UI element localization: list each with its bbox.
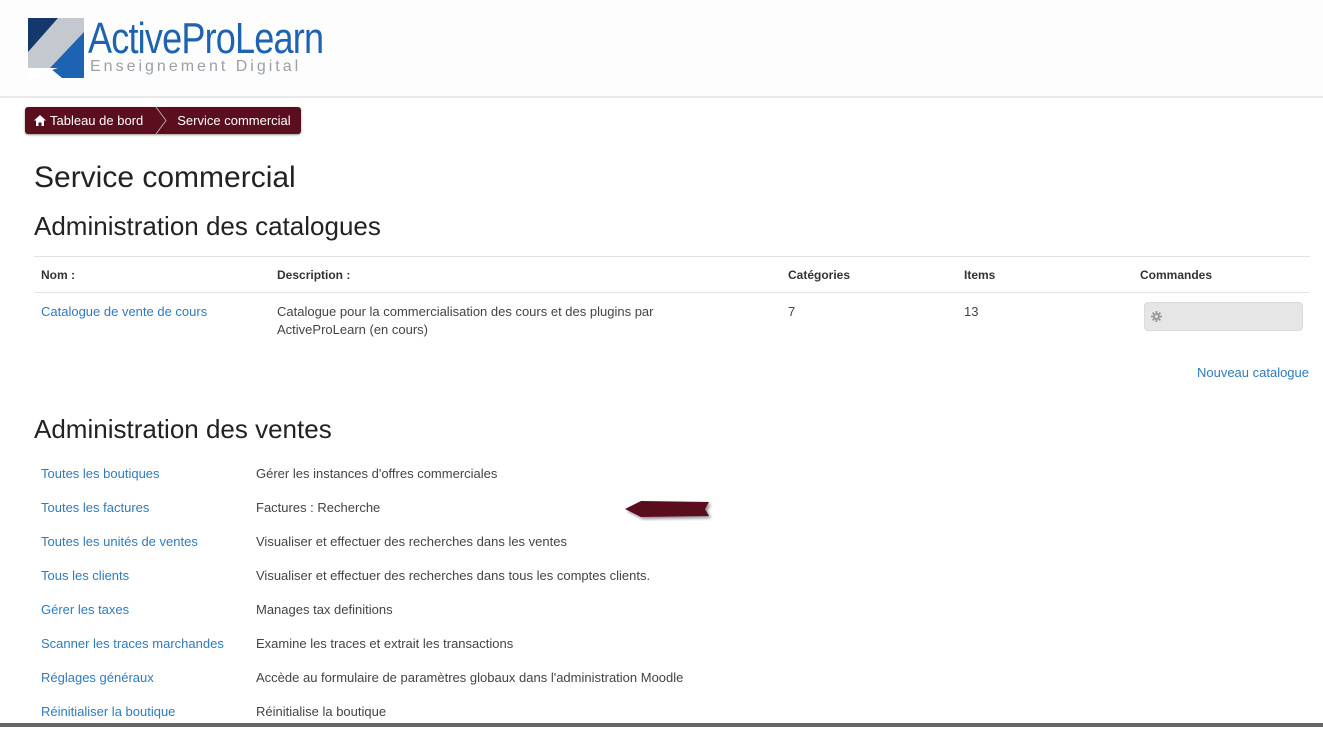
breadcrumb-separator-icon <box>155 107 167 134</box>
list-item: Toutes les unités de ventes Visualiser e… <box>41 534 1241 568</box>
list-item-description: Visualiser et effectuer des recherches d… <box>256 534 567 549</box>
gear-icon <box>1151 311 1162 322</box>
catalogues-table: Nom : Description : Catégories Items Com… <box>34 256 1310 353</box>
list-item-description: Accède au formulaire de paramètres globa… <box>256 670 684 685</box>
breadcrumb-item-dashboard[interactable]: Tableau de bord <box>25 107 157 134</box>
list-item-description: Visualiser et effectuer des recherches d… <box>256 568 651 583</box>
list-item: Réglages généraux Accède au formulaire d… <box>41 670 1241 704</box>
list-item-description: Examine les traces et extrait les transa… <box>256 636 514 651</box>
table-header-row: Nom : Description : Catégories Items Com… <box>34 256 1310 293</box>
factures-link[interactable]: Toutes les factures <box>41 500 149 515</box>
reinitialiser-boutique-link[interactable]: Réinitialiser la boutique <box>41 704 175 719</box>
column-header-nom: Nom : <box>41 268 75 282</box>
catalogue-name-link[interactable]: Catalogue de vente de cours <box>41 303 207 321</box>
catalogue-settings-button[interactable] <box>1144 302 1303 331</box>
list-item-description: Gérer les instances d'offres commerciale… <box>256 466 498 481</box>
list-item: Gérer les taxes Manages tax definitions <box>41 602 1241 636</box>
column-header-items: Items <box>964 268 996 282</box>
list-item-description: Manages tax definitions <box>256 602 393 617</box>
clients-link[interactable]: Tous les clients <box>41 568 129 583</box>
list-item: Toutes les boutiques Gérer les instances… <box>41 466 1241 500</box>
list-item: Tous les clients Visualiser et effectuer… <box>41 568 1241 602</box>
list-item: Réinitialiser la boutique Réinitialise l… <box>41 704 1241 738</box>
table-row: Catalogue de vente de cours Catalogue po… <box>34 293 1310 353</box>
catalogues-section-title: Administration des catalogues <box>34 211 381 241</box>
site-header: ActiveProLearn Enseignement Digital <box>0 0 1323 98</box>
page-title: Service commercial <box>34 161 296 194</box>
arrow-pointer-icon <box>625 501 709 517</box>
breadcrumb-item-service-commercial[interactable]: Service commercial <box>167 107 300 134</box>
catalogue-categories-count: 7 <box>788 304 796 319</box>
breadcrumb: Tableau de bord Service commercial <box>25 107 301 134</box>
column-header-categories: Catégories <box>788 268 851 282</box>
column-header-description: Description : <box>277 268 351 282</box>
catalogue-items-count: 13 <box>964 304 979 319</box>
ventes-section-title: Administration des ventes <box>34 414 332 444</box>
breadcrumb-label-service-commercial: Service commercial <box>177 113 291 128</box>
catalogue-description: Catalogue pour la commercialisation des … <box>277 304 654 337</box>
list-item: Scanner les traces marchandes Examine le… <box>41 636 1241 670</box>
list-item-description: Réinitialise la boutique <box>256 704 387 719</box>
scanner-traces-link[interactable]: Scanner les traces marchandes <box>41 636 224 651</box>
taxes-link[interactable]: Gérer les taxes <box>41 602 129 617</box>
logo-mark-icon <box>28 18 84 78</box>
column-header-commandes: Commandes <box>1140 268 1213 282</box>
brand-logo[interactable]: ActiveProLearn Enseignement Digital <box>28 14 324 84</box>
boutiques-link[interactable]: Toutes les boutiques <box>41 466 160 481</box>
brand-subtitle: Enseignement Digital <box>90 58 302 75</box>
reglages-generaux-link[interactable]: Réglages généraux <box>41 670 154 685</box>
breadcrumb-label-dashboard: Tableau de bord <box>50 113 144 128</box>
new-catalogue-link[interactable]: Nouveau catalogue <box>1197 365 1309 380</box>
home-icon <box>34 115 46 126</box>
brand-title: ActiveProLearn <box>88 14 324 63</box>
page-bottom-divider <box>0 723 1323 727</box>
unites-de-ventes-link[interactable]: Toutes les unités de ventes <box>41 534 198 549</box>
list-item-description: Factures : Recherche <box>256 500 381 515</box>
